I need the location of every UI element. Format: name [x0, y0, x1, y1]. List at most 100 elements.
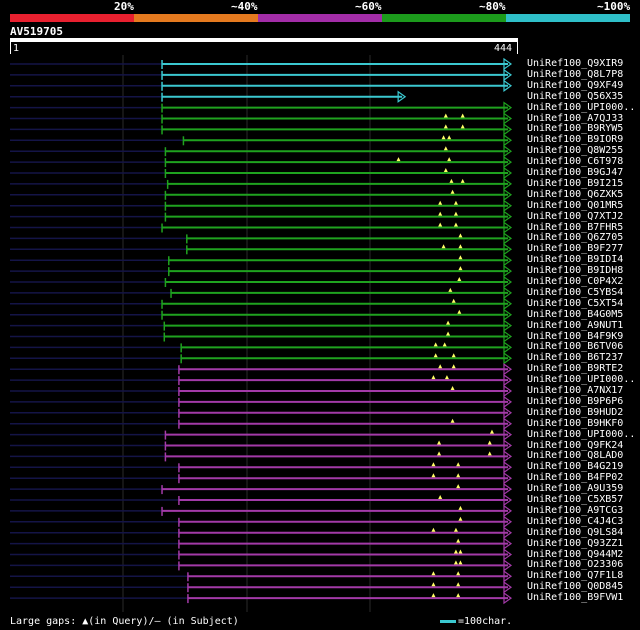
hit-label[interactable]: UniRef100_Q7F1L8: [527, 570, 623, 581]
hit-row[interactable]: [10, 145, 513, 158]
hit-label[interactable]: UniRef100_B9I215: [527, 178, 623, 189]
hit-label[interactable]: UniRef100_C5XT54: [527, 298, 623, 309]
hit-label[interactable]: UniRef100_Q01MR5: [527, 200, 623, 211]
hit-label[interactable]: UniRef100_B4F9K9: [527, 331, 623, 342]
hit-row[interactable]: [10, 57, 513, 71]
hit-label[interactable]: UniRef100_Q7XTJ2: [527, 211, 623, 222]
hit-label[interactable]: UniRef100_C0P4X2: [527, 276, 623, 287]
hit-row[interactable]: [10, 177, 513, 191]
hit-row[interactable]: [10, 275, 513, 289]
hit-label[interactable]: UniRef100_C5XB57: [527, 494, 623, 505]
hit-label[interactable]: UniRef100_Q6ZXK5: [527, 189, 623, 200]
hit-row[interactable]: [10, 79, 513, 92]
hit-row[interactable]: [10, 319, 513, 332]
hit-row[interactable]: [10, 264, 513, 278]
hit-row[interactable]: [10, 352, 513, 365]
hit-label[interactable]: UniRef100_B9IDI4: [527, 254, 623, 265]
hit-label[interactable]: UniRef100_B4G0M5: [527, 309, 623, 320]
hit-label[interactable]: UniRef100_Q9XIR9: [527, 58, 623, 69]
hit-row[interactable]: [10, 559, 513, 572]
hit-label[interactable]: UniRef100_Q9XF49: [527, 80, 623, 91]
hit-label[interactable]: UniRef100_A7QJ33: [527, 113, 623, 124]
hit-row[interactable]: [10, 188, 513, 201]
hit-label[interactable]: UniRef100_B6TV06: [527, 341, 623, 352]
hit-label[interactable]: UniRef100_B9P6P6: [527, 396, 623, 407]
hit-label[interactable]: UniRef100_UPI000..: [527, 374, 635, 385]
hit-row[interactable]: [10, 123, 513, 136]
hit-row[interactable]: [10, 591, 513, 605]
hit-label[interactable]: UniRef100_A9NUT1: [527, 320, 623, 331]
hit-label[interactable]: UniRef100_Q9LS84: [527, 527, 623, 538]
hit-row[interactable]: [10, 395, 513, 409]
hit-label[interactable]: UniRef100_A9U359: [527, 483, 623, 494]
hit-label[interactable]: UniRef100_B6T237: [527, 352, 623, 363]
hit-label[interactable]: UniRef100_Q0D845: [527, 581, 623, 592]
hit-label[interactable]: UniRef100_UPI000..: [527, 102, 635, 113]
hit-row[interactable]: [10, 417, 513, 430]
hit-row[interactable]: [10, 68, 513, 82]
hit-label[interactable]: UniRef100_Q93ZZ1: [527, 538, 623, 549]
hit-row[interactable]: [10, 439, 513, 452]
hit-row[interactable]: [10, 155, 513, 169]
hit-row[interactable]: [10, 504, 513, 518]
hit-row[interactable]: [10, 101, 513, 114]
hit-row[interactable]: [10, 570, 513, 583]
hit-row[interactable]: [10, 308, 513, 321]
hit-row[interactable]: [10, 526, 513, 539]
hit-row[interactable]: [10, 286, 513, 300]
hit-label[interactable]: UniRef100_B9FVW1: [527, 592, 623, 603]
hit-row[interactable]: [10, 450, 513, 463]
hit-row[interactable]: [10, 472, 513, 485]
hit-row[interactable]: [10, 341, 513, 354]
hit-label[interactable]: UniRef100_C6T978: [527, 156, 623, 167]
hit-label[interactable]: UniRef100_A7NX17: [527, 385, 623, 396]
hit-label[interactable]: UniRef100_B9GJ47: [527, 167, 623, 178]
hit-label[interactable]: UniRef100_C4J4C3: [527, 516, 623, 527]
hit-label[interactable]: UniRef100_B9F277: [527, 243, 623, 254]
hit-row[interactable]: [10, 363, 513, 376]
hit-row[interactable]: [10, 199, 513, 212]
hit-label[interactable]: UniRef100_B9HUD2: [527, 407, 623, 418]
hit-label[interactable]: UniRef100_UPI000..: [527, 429, 635, 440]
hit-label[interactable]: UniRef100_Q944M2: [527, 549, 623, 560]
hit-row[interactable]: [10, 482, 513, 496]
hit-label[interactable]: UniRef100_Q8W255: [527, 145, 623, 156]
hit-label[interactable]: UniRef100_B9RYW5: [527, 123, 623, 134]
hit-label[interactable]: UniRef100_B4G219: [527, 461, 623, 472]
hit-row[interactable]: [10, 515, 513, 528]
hit-label[interactable]: UniRef100_Q8LAD0: [527, 450, 623, 461]
hit-label[interactable]: UniRef100_B9HKF0: [527, 418, 623, 429]
hit-row[interactable]: [10, 537, 513, 550]
hit-label[interactable]: UniRef100_B4FP02: [527, 472, 623, 483]
hit-row[interactable]: [10, 112, 513, 125]
hit-label[interactable]: UniRef100_Q8L7P8: [527, 69, 623, 80]
hit-row[interactable]: [10, 210, 513, 223]
hit-label[interactable]: UniRef100_B9IOR9: [527, 134, 623, 145]
hit-row[interactable]: [10, 297, 513, 310]
hit-row[interactable]: [10, 373, 513, 387]
hit-label[interactable]: UniRef100_Q6Z705: [527, 232, 623, 243]
hit-row[interactable]: [10, 581, 513, 594]
hit-row[interactable]: [10, 134, 513, 147]
hit-row[interactable]: [10, 232, 513, 245]
hit-row[interactable]: [10, 384, 513, 398]
hit-row[interactable]: [10, 461, 513, 474]
hit-label[interactable]: UniRef100_B9IDH8: [527, 265, 623, 276]
hit-row[interactable]: [10, 548, 513, 561]
hit-label[interactable]: UniRef100_B7FHR5: [527, 222, 623, 233]
hit-row[interactable]: [10, 493, 513, 507]
hit-label[interactable]: UniRef100_C5YBS4: [527, 287, 623, 298]
hit-row[interactable]: [10, 406, 513, 419]
hit-row[interactable]: [10, 243, 513, 256]
hit-row[interactable]: [10, 221, 513, 234]
hit-row[interactable]: [10, 90, 407, 103]
hit-row[interactable]: [10, 330, 513, 343]
hit-label[interactable]: UniRef100_B9RTE2: [527, 363, 623, 374]
hit-label[interactable]: UniRef100_A9TCG3: [527, 505, 623, 516]
hit-row[interactable]: [10, 166, 513, 180]
hit-row[interactable]: [10, 254, 513, 267]
hit-label[interactable]: UniRef100_Q56X35: [527, 91, 623, 102]
hit-label[interactable]: UniRef100_O23306: [527, 559, 623, 570]
hit-row[interactable]: [10, 428, 513, 441]
hit-label[interactable]: UniRef100_Q9FK24: [527, 440, 623, 451]
